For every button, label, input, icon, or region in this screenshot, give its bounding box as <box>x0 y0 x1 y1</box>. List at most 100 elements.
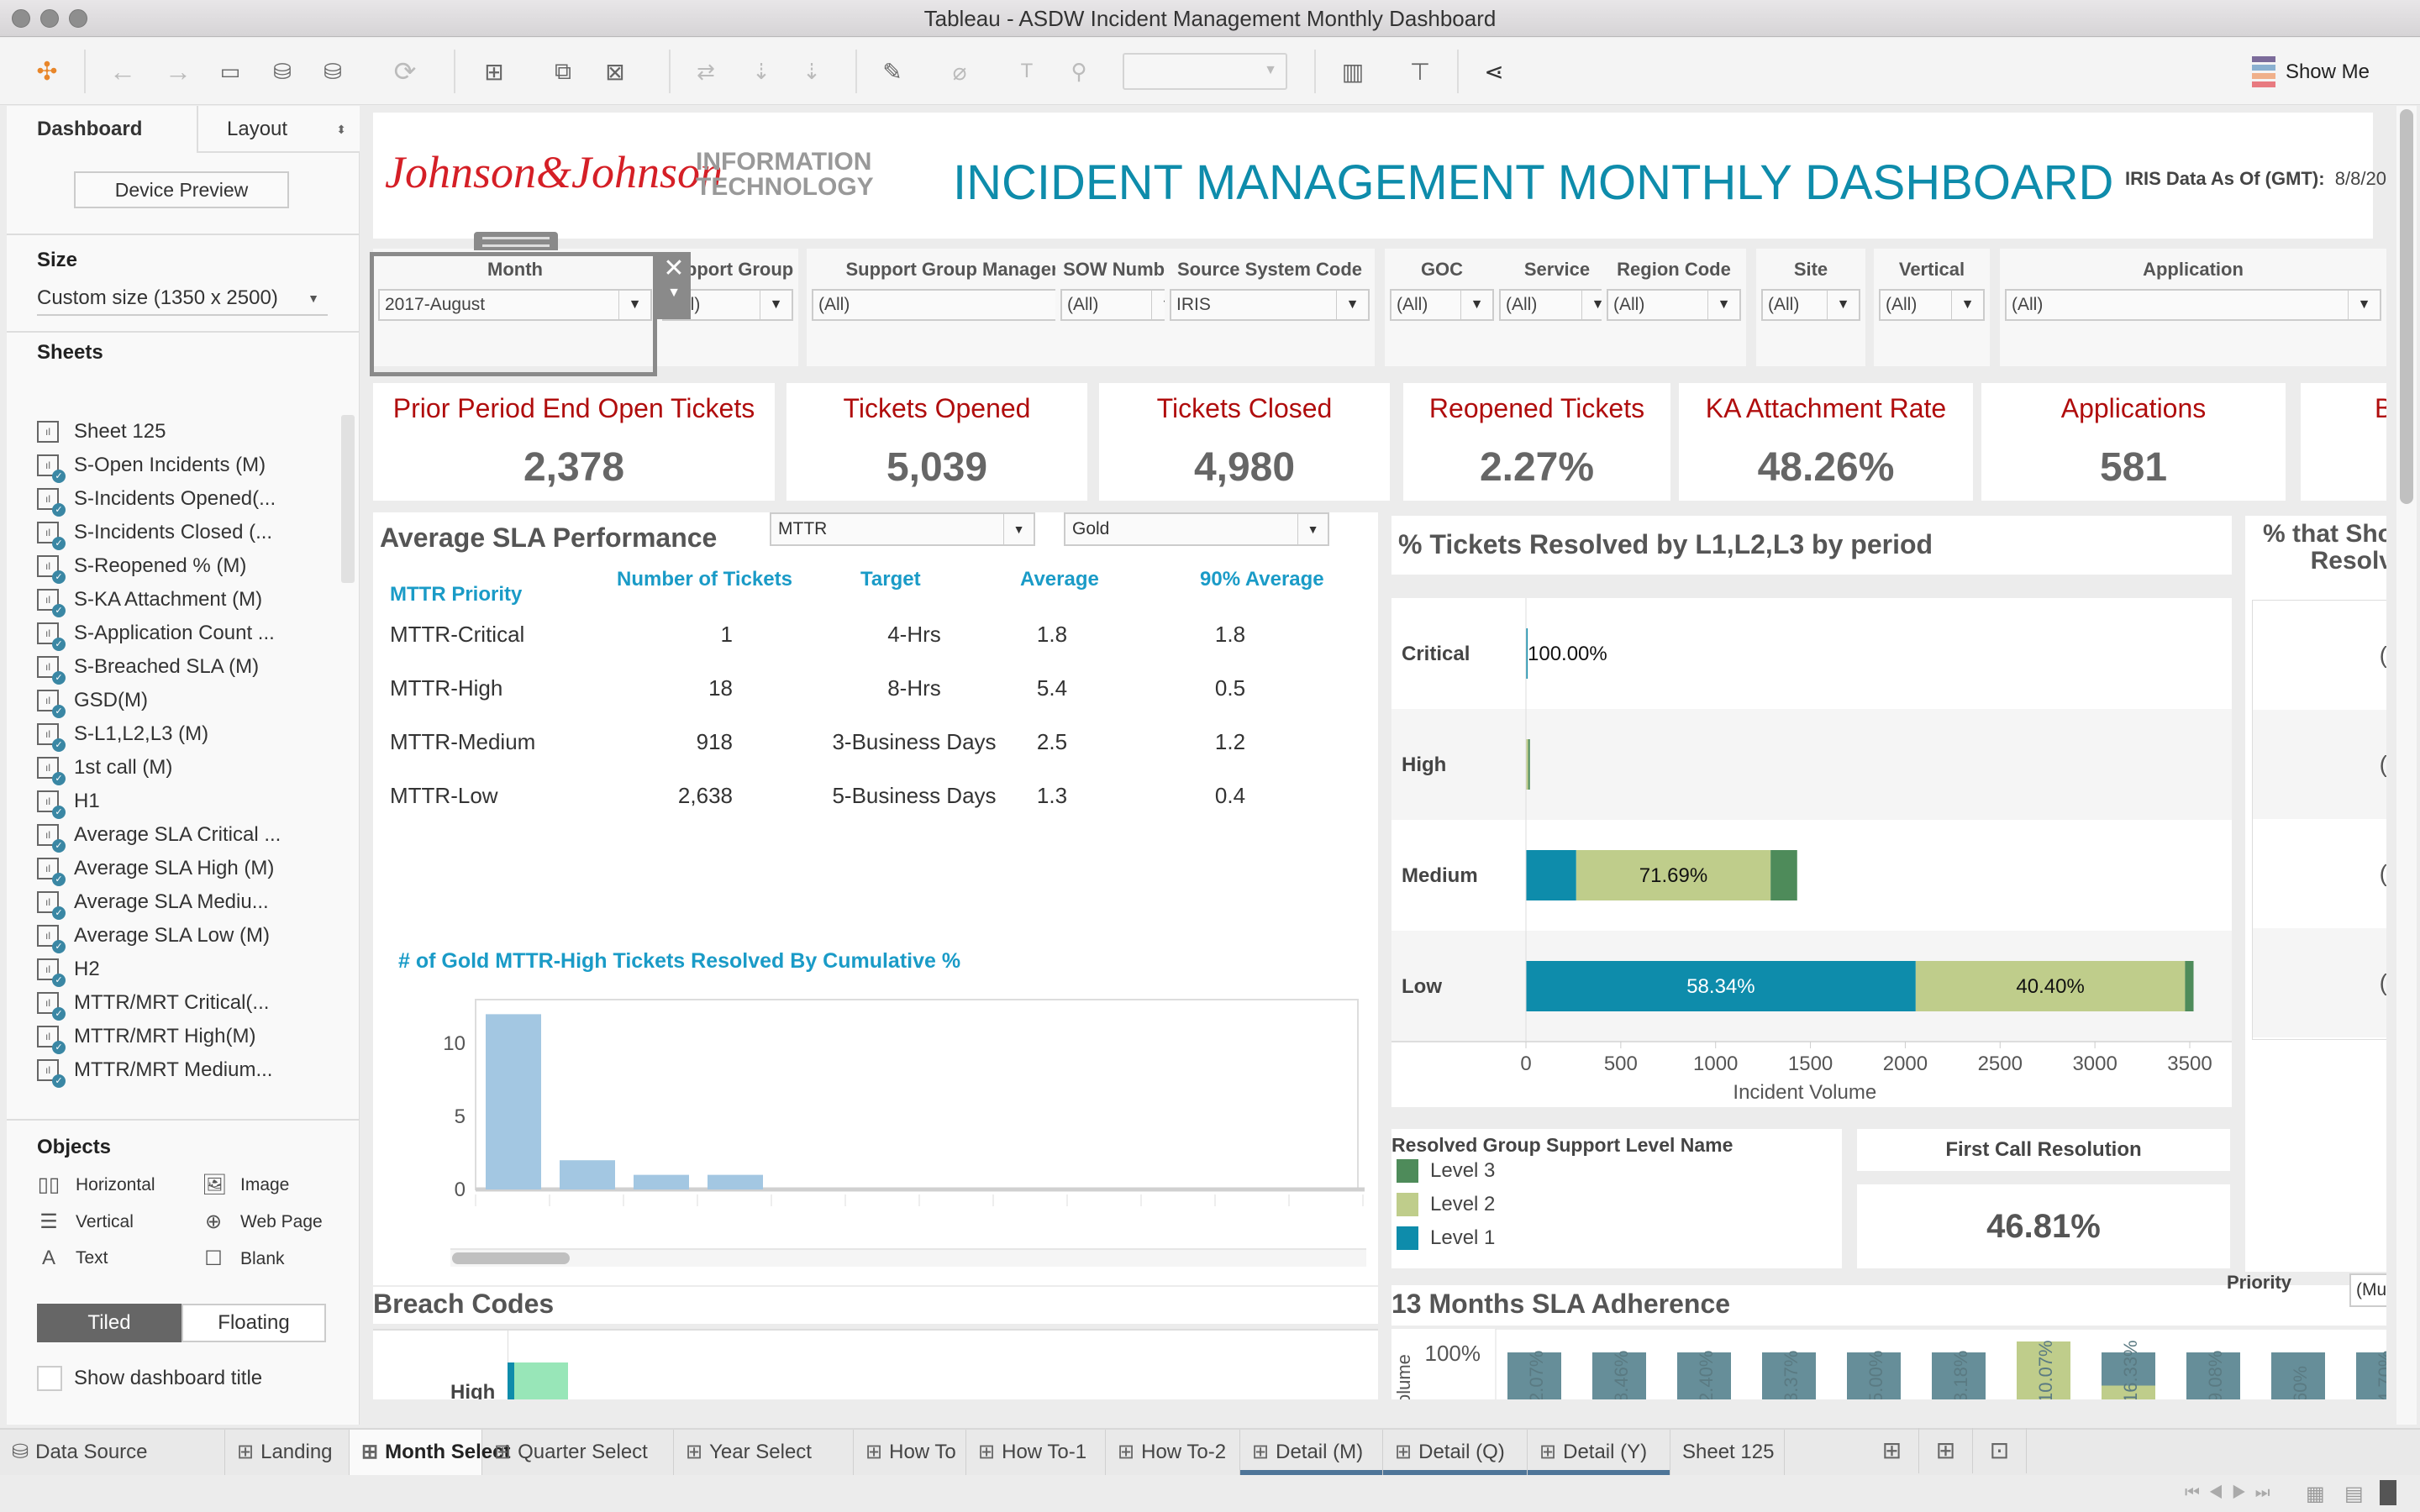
sheet-item[interactable]: ıl ✓ S-Incidents Opened(... <box>37 482 276 517</box>
show-me-button[interactable]: Show Me <box>2251 56 2370 87</box>
new-worksheet-icon[interactable]: ⊞ <box>476 53 513 90</box>
group-icon[interactable]: ⌀ <box>941 53 978 90</box>
share-icon[interactable]: ⋖ <box>1476 53 1512 90</box>
filter-dropdown[interactable]: (All)▼ <box>812 289 1092 321</box>
metric-select[interactable]: MTTR ▼ <box>770 512 1035 546</box>
sheet-item[interactable]: ıl ✓ Average SLA High (M) <box>37 852 274 886</box>
legend-item[interactable]: Level 1 <box>1397 1226 1495 1250</box>
sheet-tab[interactable]: ⊞ Quarter Select <box>482 1430 674 1475</box>
sheet-tab[interactable]: ⊞ How To-2 <box>1106 1430 1240 1475</box>
drag-handle[interactable] <box>474 232 558 250</box>
sheet-item[interactable]: ıl ✓ S-Open Incidents (M) <box>37 449 266 483</box>
sheet-item[interactable]: ıl ✓ S-Application Count ... <box>37 617 275 651</box>
filter-dropdown[interactable]: (All)▼ <box>1499 289 1615 321</box>
sheet-tab[interactable]: ⊞ Detail (Y) <box>1528 1430 1670 1475</box>
sheet-item[interactable]: ıl ✓ Average SLA Mediu... <box>37 885 269 920</box>
close-window-button[interactable] <box>12 9 30 28</box>
sheet-tab[interactable]: ⊞ How To-1 <box>966 1430 1106 1475</box>
sheet-item[interactable]: ıl ✓ S-Incidents Closed (... <box>37 516 272 550</box>
object-blank[interactable]: ☐ Blank <box>202 1247 284 1271</box>
pause-updates-icon[interactable]: ⛁ <box>314 53 351 90</box>
object-web-page[interactable]: ⊕ Web Page <box>202 1210 323 1234</box>
filmstrip-icon[interactable]: ▤ <box>2344 1482 2364 1506</box>
sort-ascending-icon[interactable]: ⇣ <box>743 53 780 90</box>
pin-icon[interactable]: ⚲ <box>1060 53 1097 90</box>
sheets-scrollbar[interactable] <box>341 415 355 583</box>
filter-dropdown[interactable]: (All)▼ <box>2005 289 2381 321</box>
filter-dropdown[interactable]: IRIS ▼ <box>1170 289 1370 321</box>
sheet-tab[interactable]: ⊞ Detail (Q) <box>1383 1430 1528 1475</box>
hist-scrollbar-track[interactable] <box>450 1248 1366 1267</box>
sheet-item[interactable]: ıl ✓ H1 <box>37 785 100 819</box>
filter-dropdown[interactable]: (All)▼ <box>1607 289 1741 321</box>
sheet-tab[interactable]: ⊞ How To <box>854 1430 966 1475</box>
sheet-item[interactable]: ıl ✓ MTTR/MRT High(M) <box>37 1020 255 1054</box>
show-dashboard-title-checkbox[interactable]: Show dashboard title <box>37 1366 262 1391</box>
sheet-sorter-icon[interactable]: ▦ <box>2306 1482 2325 1506</box>
sheet-tab[interactable]: ⊞ Month Select <box>350 1430 510 1475</box>
forward-icon[interactable]: → <box>160 53 197 90</box>
sheet-tab[interactable]: ⊞ Year Select <box>674 1430 854 1475</box>
sheet-item[interactable]: ıl ✓ MTTR/MRT Medium... <box>37 1053 272 1088</box>
legend-item[interactable]: Level 3 <box>1397 1159 1495 1183</box>
fit-dropdown[interactable]: ▼ <box>1123 53 1287 90</box>
label-icon[interactable]: T <box>1008 53 1045 90</box>
sheet-item[interactable]: ıl ✓ S-L1,L2,L3 (M) <box>37 717 208 752</box>
tiled-button[interactable]: Tiled <box>37 1304 182 1342</box>
sheet-item[interactable]: ıl ✓ H2 <box>37 953 100 987</box>
swap-icon[interactable]: ⇄ <box>687 53 724 90</box>
sheet-item[interactable]: ıl ✓ S-Breached SLA (M) <box>37 650 259 685</box>
highlight-icon[interactable]: ✎ <box>874 53 911 90</box>
floating-button[interactable]: Floating <box>182 1304 326 1342</box>
dashboard-vscroll-track[interactable] <box>2396 106 2417 1425</box>
presentation-icon[interactable]: ⊤ <box>1402 53 1439 90</box>
duplicate-sheet-icon[interactable]: ⧉ <box>544 53 581 90</box>
back-icon[interactable]: ← <box>104 53 141 90</box>
save-icon[interactable]: ▭ <box>212 53 249 90</box>
clear-sheet-icon[interactable]: ⊠ <box>597 53 634 90</box>
new-datasource-icon[interactable]: ⛁ <box>264 53 301 90</box>
zoom-window-button[interactable] <box>69 9 87 28</box>
remove-zone-button[interactable]: ✕ ▼ <box>657 252 691 319</box>
tabs-view-icon[interactable] <box>2380 1480 2396 1505</box>
object-vertical[interactable]: ☰ Vertical <box>37 1210 134 1234</box>
show-cards-icon[interactable]: ▥ <box>1334 53 1371 90</box>
new-story-icon[interactable]: ⊡ <box>1973 1428 2027 1473</box>
sheet-tab[interactable]: ⊞ Landing <box>225 1430 350 1475</box>
dashboard-vscroll-thumb[interactable] <box>2400 109 2413 504</box>
checkbox-box[interactable] <box>37 1366 62 1391</box>
new-worksheet-icon[interactable]: ⊞ <box>1865 1428 1919 1473</box>
sheet-tab[interactable]: ⛁ Data Source <box>0 1430 225 1475</box>
sheet-item[interactable]: ıl ✓ MTTR/MRT Critical(... <box>37 986 269 1021</box>
sheet-item[interactable]: ıl ✓ Average SLA Low (M) <box>37 919 270 953</box>
sheet-tab[interactable]: ⊞ Detail (M) <box>1240 1430 1383 1475</box>
tab-layout[interactable]: Layout ⬍ <box>197 106 360 153</box>
sheet-item[interactable]: ıl ✓ S-Reopened % (M) <box>37 549 246 584</box>
object-horizontal[interactable]: ▯▯ Horizontal <box>37 1173 155 1197</box>
size-dropdown[interactable]: Custom size (1350 x 2500) ▼ <box>37 282 328 316</box>
sheet-item[interactable]: ıl ✓ 1st call (M) <box>37 751 172 785</box>
filter-dropdown[interactable]: 2017-August ▼ <box>378 289 652 321</box>
legend-item[interactable]: Level 2 <box>1397 1193 1495 1216</box>
object-text[interactable]: A Text <box>37 1247 108 1270</box>
sheet-item[interactable]: ıl ✓ GSD(M) <box>37 684 148 718</box>
priority-select[interactable]: (Mult <box>2349 1273 2386 1307</box>
minimize-window-button[interactable] <box>40 9 59 28</box>
filter-dropdown[interactable]: (All)▼ <box>1761 289 1860 321</box>
object-image[interactable]: 🖼 Image <box>202 1173 289 1197</box>
sheet-item[interactable]: ıl ✓ S-KA Attachment (M) <box>37 583 262 617</box>
hist-scrollbar-thumb[interactable] <box>452 1252 570 1264</box>
refresh-icon[interactable]: ⟳ <box>387 53 424 90</box>
sheet-tab[interactable]: Sheet 125 <box>1670 1430 1785 1475</box>
new-dashboard-icon[interactable]: ⊞ <box>1919 1428 1973 1473</box>
sort-descending-icon[interactable]: ⇣ <box>793 53 830 90</box>
sheet-item[interactable]: ıl ✓ Average SLA Critical ... <box>37 818 281 853</box>
tier-select[interactable]: Gold ▼ <box>1064 512 1329 546</box>
sheet-nav-icons[interactable]: ⏮◀▶⏭ <box>2185 1483 2279 1503</box>
device-preview-button[interactable]: Device Preview <box>74 171 289 208</box>
tableau-logo-icon[interactable]: ✣ <box>29 53 66 90</box>
filter-dropdown[interactable]: (All)▼ <box>1390 289 1494 321</box>
sheet-item[interactable]: ıl Sheet 125 <box>37 415 166 449</box>
filter-dropdown[interactable]: (All)▼ <box>1879 289 1985 321</box>
tab-dashboard[interactable]: Dashboard <box>7 106 197 153</box>
